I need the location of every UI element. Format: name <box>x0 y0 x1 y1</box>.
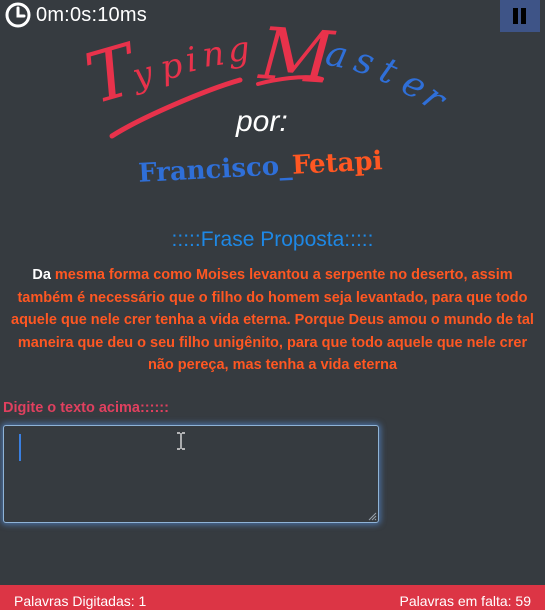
timer-value: 0m:0s:10ms <box>36 3 147 26</box>
logo-letter: M <box>255 11 339 100</box>
words-left-label: Palavras em falta: <box>399 593 516 609</box>
typing-input[interactable] <box>3 425 379 523</box>
text-caret <box>19 434 21 461</box>
logo-letter: a <box>322 33 352 78</box>
timer: 0m:0s:10ms <box>4 2 147 28</box>
input-label: Digite o texto acima:::::: <box>3 400 169 416</box>
clock-icon <box>5 2 31 28</box>
logo-letter: T <box>77 27 149 120</box>
logo-letter: n <box>200 33 227 76</box>
logo-by: por: <box>235 105 288 138</box>
phrase-pending-text: mesma forma como Moises levantou a serpe… <box>11 267 534 373</box>
typing-master-logo: T y p i n g M a s t e r por: Francisco_F… <box>77 11 455 189</box>
words-typed-label: Palavras Digitadas: <box>14 593 139 609</box>
words-typed-counter: Palavras Digitadas: 1 <box>14 593 146 609</box>
logo-letter: i <box>183 40 201 81</box>
ibeam-cursor-icon <box>177 432 185 450</box>
logo-letter: y <box>127 53 158 97</box>
logo-author-first: Francisco <box>138 152 280 189</box>
logo-letter: t <box>373 50 403 94</box>
logo-letter: g <box>226 29 252 71</box>
status-footer: Palavras Digitadas: 1 Palavras em falta:… <box>0 585 545 610</box>
words-left-value: 59 <box>515 593 531 609</box>
phrase-section-title: :::::Frase Proposta::::: <box>171 228 374 251</box>
words-left-counter: Palavras em falta: 59 <box>399 593 531 609</box>
pause-icon <box>513 8 526 24</box>
words-typed-value: 1 <box>138 593 147 609</box>
logo-author-last: Fetapi <box>291 146 383 181</box>
svg-text:Francisco_Fetapi: Francisco_Fetapi <box>138 146 384 189</box>
logo-letter: p <box>157 45 187 89</box>
proposed-phrase: Da mesma forma como Moises levantou a se… <box>10 264 535 377</box>
logo-letter: e <box>395 62 434 108</box>
phrase-typed-text: Da <box>32 267 51 283</box>
resize-grip-icon[interactable] <box>367 511 377 521</box>
pause-button[interactable] <box>500 0 540 32</box>
logo-author-separator: _ <box>278 151 293 182</box>
logo-letter: r <box>414 77 454 121</box>
logo-letter: s <box>349 40 379 85</box>
